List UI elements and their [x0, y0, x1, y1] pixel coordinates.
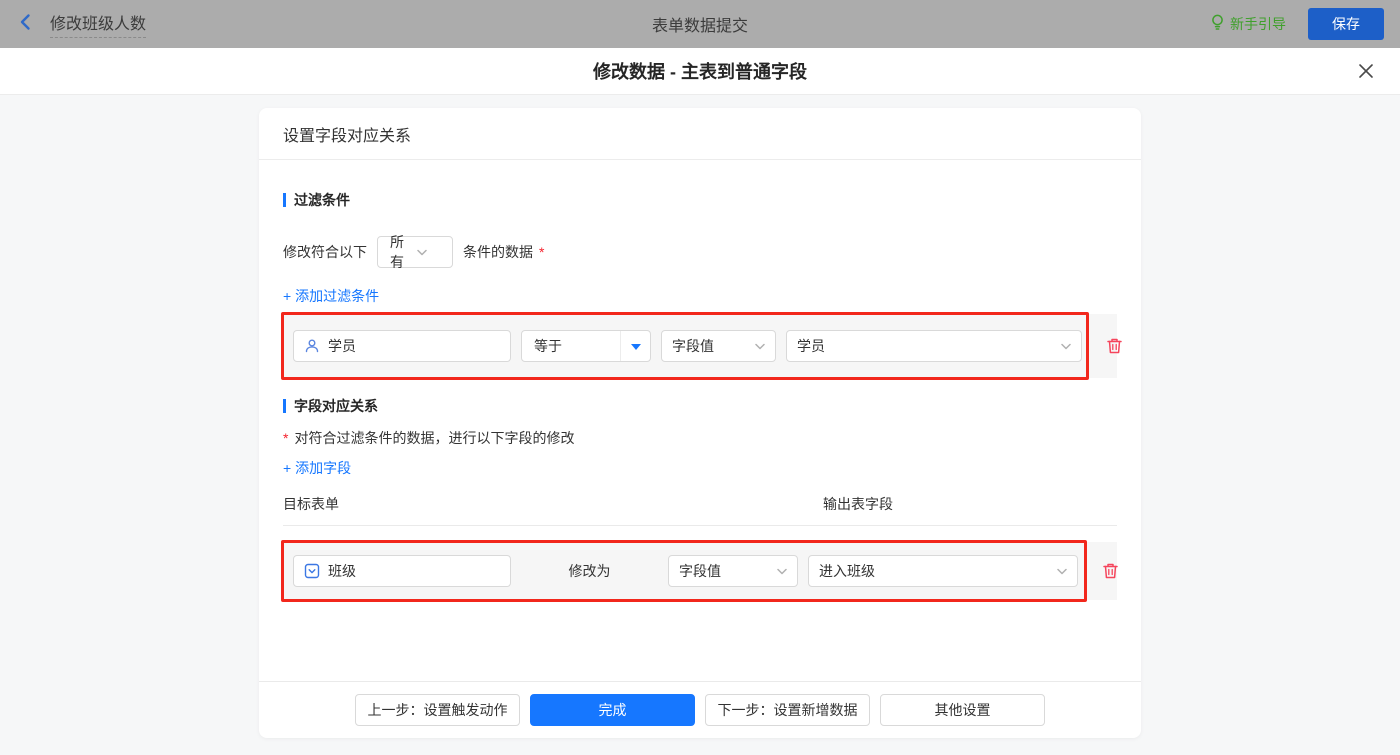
operator-value: 等于 [534, 338, 562, 354]
add-field-link[interactable]: + 添加字段 [283, 458, 351, 478]
required-asterisk: * [283, 430, 289, 446]
back-button[interactable] [16, 12, 36, 37]
workflow-title[interactable]: 修改班级人数 [50, 10, 147, 38]
chevron-down-icon [417, 249, 444, 256]
panel-footer: 上一步：设置触发动作 完成 下一步：设置新增数据 其他设置 [259, 681, 1141, 738]
value-type-select[interactable]: 字段值 [661, 330, 776, 362]
filter-section-title-text: 过滤条件 [294, 192, 350, 208]
mapping-table-header: 目标表单 输出表字段 [283, 494, 1117, 526]
dropdown-field-icon [304, 563, 320, 579]
chevron-down-icon [777, 568, 787, 575]
close-button[interactable] [1356, 61, 1376, 81]
lightbulb-icon [1210, 14, 1225, 34]
filter-condition-row: 学员 等于 字段值 学员 [281, 312, 1122, 380]
dialog-header: 修改数据 - 主表到普通字段 [0, 48, 1400, 95]
modify-to-label: 修改为 [568, 563, 611, 579]
prev-step-button[interactable]: 上一步：设置触发动作 [355, 694, 520, 726]
other-settings-button[interactable]: 其他设置 [880, 694, 1045, 726]
mapping-note: * 对符合过滤条件的数据，进行以下字段的修改 [283, 428, 1117, 448]
topbar-center-title: 表单数据提交 [651, 18, 748, 35]
delete-filter-row-button[interactable] [1106, 337, 1123, 355]
operator-select[interactable]: 等于 [521, 330, 651, 362]
done-button[interactable]: 完成 [530, 694, 695, 726]
chevron-down-icon [1061, 343, 1071, 350]
condition-line: 修改符合以下 所有 条件的数据 * [283, 234, 1117, 270]
chevron-down-icon [755, 343, 765, 350]
chevron-down-icon [1057, 568, 1067, 575]
value-type-value: 字段值 [672, 338, 714, 354]
beginner-guide-label: 新手引导 [1230, 16, 1286, 32]
target-form-column-header: 目标表单 [283, 496, 339, 512]
dialog-title: 修改数据 - 主表到普通字段 [593, 62, 807, 82]
mapping-value-type-value: 字段值 [679, 563, 721, 579]
save-button[interactable]: 保存 [1308, 8, 1384, 40]
mapping-section-title-text: 字段对应关系 [294, 398, 378, 414]
filter-section-title: 过滤条件 [283, 190, 1117, 210]
output-field-column-header: 输出表字段 [823, 496, 893, 512]
condition-prefix-text: 修改符合以下 [283, 244, 367, 260]
compare-value: 学员 [797, 338, 825, 354]
operator-dropdown-segment[interactable] [620, 331, 650, 361]
target-field-value: 班级 [328, 563, 356, 579]
mapping-source-field-value: 进入班级 [819, 563, 875, 579]
mapping-value-type-select[interactable]: 字段值 [668, 555, 798, 587]
required-asterisk: * [539, 244, 545, 260]
filter-field-value: 学员 [328, 338, 356, 354]
target-field-select[interactable]: 班级 [293, 555, 511, 587]
delete-mapping-row-button[interactable] [1102, 562, 1119, 580]
condition-logic-value: 所有 [390, 234, 404, 270]
top-bar: 表单数据提交 修改班级人数 新手引导 保存 [0, 0, 1400, 48]
beginner-guide-link[interactable]: 新手引导 [1210, 14, 1286, 34]
condition-suffix-text: 条件的数据 [463, 244, 533, 260]
mapping-note-text: 对符合过滤条件的数据，进行以下字段的修改 [294, 430, 575, 446]
triangle-down-icon [630, 343, 641, 355]
condition-logic-select[interactable]: 所有 [377, 234, 453, 270]
field-mapping-row: 班级 修改为 字段值 进入班级 [281, 540, 1119, 602]
section-accent-bar [283, 193, 286, 207]
filter-field-select[interactable]: 学员 [293, 330, 511, 362]
next-step-button[interactable]: 下一步：设置新增数据 [705, 694, 870, 726]
panel-content: 过滤条件 修改符合以下 所有 条件的数据 * + 添加过滤条件 学员 等于 字段… [259, 160, 1141, 681]
mapping-source-field-select[interactable]: 进入班级 [808, 555, 1078, 587]
mapping-section-title: 字段对应关系 [283, 396, 1117, 416]
back-chevron-icon [16, 12, 36, 37]
panel-header-title: 设置字段对应关系 [259, 108, 1141, 160]
section-accent-bar [283, 399, 286, 413]
add-filter-condition-link[interactable]: + 添加过滤条件 [283, 286, 379, 306]
settings-panel: 设置字段对应关系 过滤条件 修改符合以下 所有 条件的数据 * + 添加过滤条件 [259, 108, 1141, 738]
modal-body: 设置字段对应关系 过滤条件 修改符合以下 所有 条件的数据 * + 添加过滤条件 [0, 108, 1400, 755]
member-field-icon [304, 338, 320, 354]
compare-value-select[interactable]: 学员 [786, 330, 1082, 362]
